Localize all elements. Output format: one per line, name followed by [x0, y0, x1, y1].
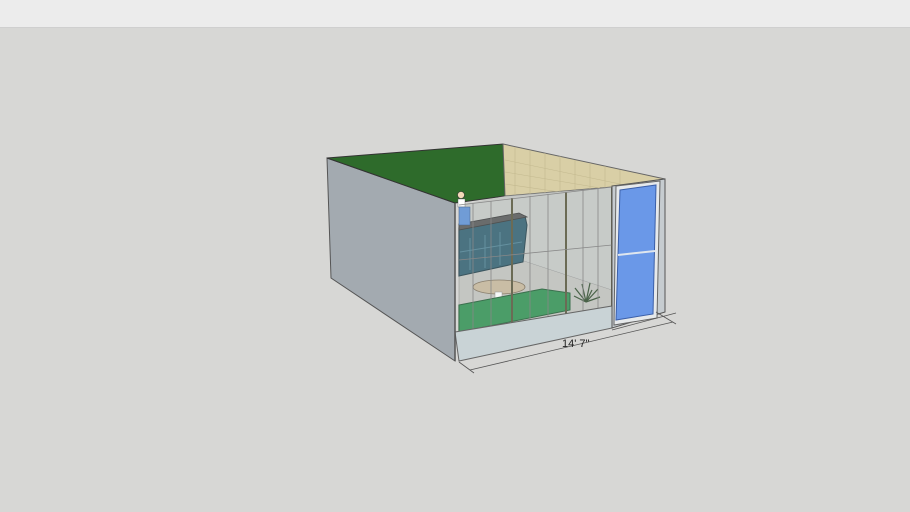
sketchup-viewport[interactable]: 14' 7" — [0, 0, 910, 512]
room-model[interactable] — [0, 0, 910, 512]
dimension-label: 14' 7" — [562, 338, 590, 350]
